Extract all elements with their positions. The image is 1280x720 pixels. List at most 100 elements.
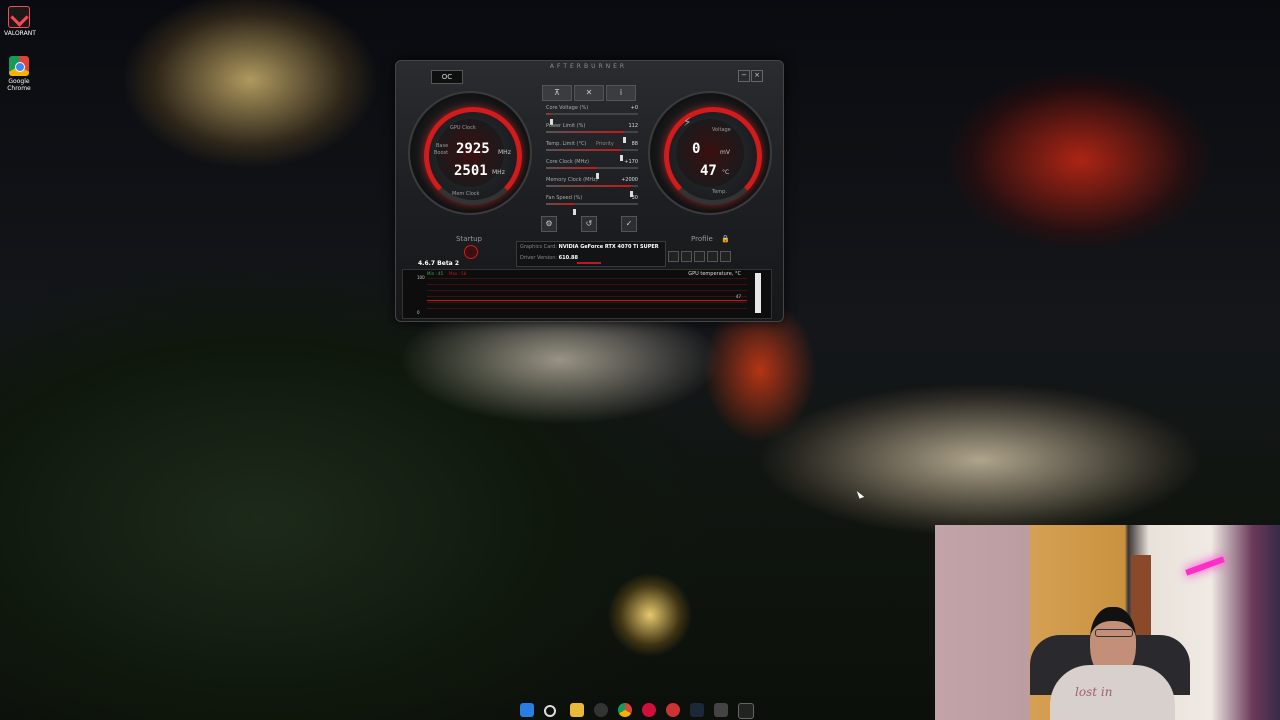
- record-icon[interactable]: [642, 703, 656, 717]
- startup-label: Startup: [456, 235, 482, 243]
- file-explorer-icon[interactable]: [570, 703, 584, 717]
- slider-value: +2000: [621, 177, 638, 183]
- control-panel: ⊼ ✕ i Core Voltage (%) +0 Power Limit (%…: [536, 83, 644, 233]
- slider-power-limit[interactable]: Power Limit (%) 112: [542, 123, 642, 143]
- webcam-shirt-text: lost in: [1075, 685, 1113, 699]
- slider-value: 30: [631, 195, 638, 201]
- action-buttons: ⚙ ↺ ✓: [541, 216, 637, 232]
- slider-core-clock[interactable]: Core Clock (MHz) +170: [542, 159, 642, 179]
- gauge-secondary-value: 2501: [454, 163, 488, 179]
- lightning-icon: ⚡: [683, 115, 692, 129]
- graph-y-bottom: 0: [417, 310, 420, 315]
- lock-icon[interactable]: 🔒: [721, 235, 730, 243]
- profile-slot[interactable]: [694, 251, 705, 262]
- webcam-overlay: lost in: [935, 525, 1280, 720]
- voltage-temp-gauge: ⚡ Voltage 0 mV 47 °C Temp.: [648, 91, 772, 215]
- gauge-top-label: GPU Clock: [450, 125, 476, 131]
- slider-memory-clock[interactable]: Memory Clock (MHz) +2000: [542, 177, 642, 197]
- minimize-button[interactable]: −: [738, 70, 750, 82]
- slider-temp-limit[interactable]: Temp. Limit (°C) 88 Priority: [542, 141, 642, 161]
- profile-slot[interactable]: [681, 251, 692, 262]
- slider-track[interactable]: [546, 149, 638, 161]
- afterburner-window: AFTERBURNER OC − × GPU Clock Base Boost …: [395, 60, 784, 322]
- profile-label: Profile: [691, 235, 713, 243]
- webcam-person-body: [1050, 665, 1175, 720]
- oc-scanner-button[interactable]: OC: [431, 70, 463, 84]
- gauge-secondary-unit: °C: [722, 169, 730, 176]
- valorant-icon: [8, 6, 30, 28]
- priority-label[interactable]: Priority: [596, 141, 614, 147]
- slider-fill: [546, 203, 574, 205]
- gauge-bottom-label: Temp.: [712, 189, 727, 195]
- slider-value: 88: [631, 141, 638, 147]
- slider-fill: [546, 113, 551, 115]
- chrome-icon[interactable]: [618, 703, 632, 717]
- gauge-primary-unit: MHz: [498, 149, 511, 156]
- slider-track[interactable]: [546, 167, 638, 179]
- settings-gear-icon[interactable]: ⚙: [541, 216, 557, 232]
- desktop-icon-label: VALORANT: [4, 30, 36, 37]
- chrome-icon: [9, 56, 29, 76]
- desktop-icon-valorant[interactable]: VALORANT: [4, 6, 36, 37]
- reset-icon[interactable]: ↺: [581, 216, 597, 232]
- profile-slot[interactable]: [668, 251, 679, 262]
- hardware-monitor-graph: Min : 45 Max : 58 GPU temperature, °C 10…: [402, 269, 772, 319]
- tab-kboost[interactable]: ⊼: [542, 85, 572, 101]
- slider-fill: [546, 149, 622, 151]
- slider-label: Memory Clock (MHz): [546, 177, 598, 183]
- desktop-icon-chrome[interactable]: Google Chrome: [4, 56, 34, 92]
- gauge-base-label: Base: [436, 143, 449, 149]
- graph-temperature-line: [427, 300, 747, 301]
- version-label: 4.6.7 Beta 2: [418, 260, 459, 267]
- startup-toggle[interactable]: [464, 245, 478, 259]
- gauge-primary-value: 2925: [456, 141, 490, 157]
- graphics-card-value: NVIDIA GeForce RTX 4070 Ti SUPER: [558, 244, 659, 250]
- profile-slot[interactable]: [707, 251, 718, 262]
- graph-current-value: 47: [735, 294, 741, 299]
- desktop-icon-label: Google Chrome: [7, 78, 31, 92]
- gauge-bottom-label: Mem Clock: [452, 191, 480, 197]
- gauge-secondary-unit: MHz: [492, 169, 505, 176]
- info-button[interactable]: i: [606, 85, 636, 101]
- slider-fan-speed[interactable]: Fan Speed (%) 30: [542, 195, 642, 215]
- search-icon[interactable]: [544, 705, 556, 717]
- app-icon[interactable]: [666, 703, 680, 717]
- graph-max-label: Max : 58: [449, 271, 467, 276]
- graphics-card-label: Graphics Card:: [520, 244, 558, 250]
- gauge-boost-label: Boost: [434, 150, 449, 156]
- slider-fill: [546, 167, 597, 169]
- webcam-neon-light: [1185, 556, 1225, 576]
- slider-track[interactable]: [546, 131, 638, 143]
- graph-grid: [427, 278, 747, 310]
- graph-scrollbar[interactable]: [755, 273, 761, 313]
- slider-core-voltage[interactable]: Core Voltage (%) +0: [542, 105, 642, 125]
- slider-track[interactable]: [546, 203, 638, 215]
- profile-slot[interactable]: [720, 251, 731, 262]
- tab-scanner[interactable]: ✕: [574, 85, 604, 101]
- slider-knob[interactable]: [572, 209, 576, 215]
- webcam-glasses: [1095, 629, 1133, 637]
- close-button[interactable]: ×: [751, 70, 763, 82]
- apply-check-icon[interactable]: ✓: [621, 216, 637, 232]
- gauge-primary-unit: mV: [720, 149, 730, 156]
- windows-start-icon[interactable]: [520, 703, 534, 717]
- obs-icon[interactable]: [594, 703, 608, 717]
- slider-track[interactable]: [546, 113, 638, 125]
- driver-line: Driver Version: 610.88: [520, 255, 578, 261]
- slider-label: Temp. Limit (°C): [546, 141, 587, 147]
- slider-track[interactable]: [546, 185, 638, 197]
- graph-y-top: 100: [417, 275, 425, 280]
- slider-label: Power Limit (%): [546, 123, 586, 129]
- driver-value: 610.88: [558, 255, 578, 261]
- gauge-primary-value: 0: [692, 141, 701, 157]
- terminal-icon[interactable]: [738, 703, 754, 719]
- slider-label: Core Clock (MHz): [546, 159, 589, 165]
- afterburner-icon[interactable]: [714, 703, 728, 717]
- slider-value: +0: [630, 105, 638, 111]
- slider-fill: [546, 185, 631, 187]
- gpu-clock-gauge: GPU Clock Base Boost 2925 MHz 2501 MHz M…: [408, 91, 532, 215]
- slider-label: Fan Speed (%): [546, 195, 583, 201]
- mouse-cursor: [856, 489, 865, 499]
- taskbar: [516, 701, 766, 719]
- steam-icon[interactable]: [690, 703, 704, 717]
